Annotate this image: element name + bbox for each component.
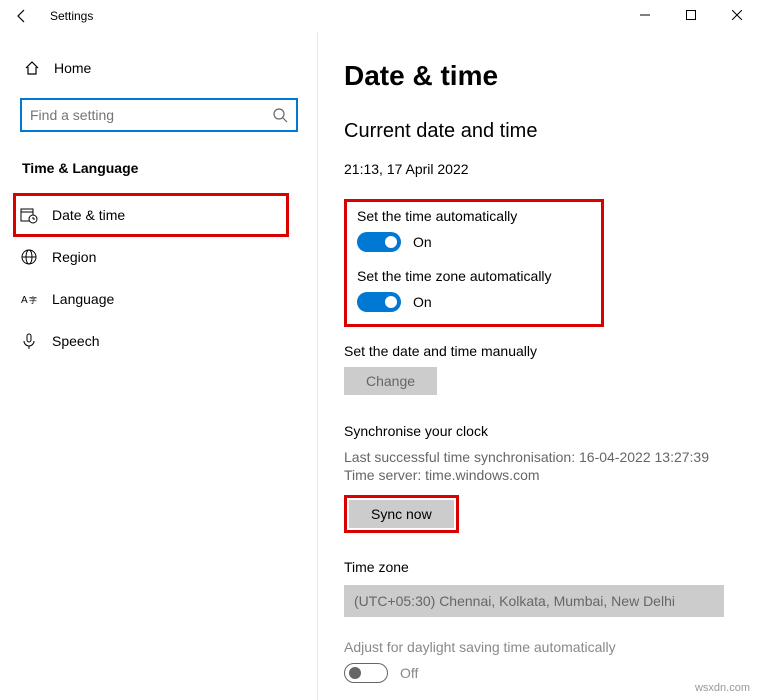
search-input-container[interactable] (20, 98, 298, 132)
watermark: wsxdn.com (695, 682, 750, 694)
home-nav[interactable]: Home (20, 52, 298, 84)
section-title: Current date and time (344, 120, 734, 143)
sidebar-item-speech[interactable]: Speech (14, 320, 288, 362)
sidebar-item-label: Speech (52, 333, 99, 349)
timezone-select: (UTC+05:30) Chennai, Kolkata, Mumbai, Ne… (344, 585, 724, 617)
window-controls (622, 0, 760, 30)
sidebar-item-language[interactable]: A字 Language (14, 278, 288, 320)
page-title: Date & time (344, 60, 734, 92)
auto-time-label: Set the time automatically (357, 208, 591, 224)
microphone-icon (20, 332, 38, 350)
tz-title: Time zone (344, 559, 734, 575)
current-datetime: 21:13, 17 April 2022 (344, 161, 734, 177)
home-label: Home (54, 60, 91, 76)
sync-server-info: Time server: time.windows.com (344, 467, 734, 483)
titlebar: Settings (0, 0, 760, 32)
minimize-button[interactable] (622, 0, 668, 30)
home-icon (24, 60, 40, 76)
auto-time-toggle[interactable] (357, 232, 401, 252)
sidebar: Home Time & Language Date & time Region (0, 32, 318, 700)
language-icon: A字 (20, 290, 38, 308)
calendar-clock-icon (20, 206, 38, 224)
auto-settings-highlight: Set the time automatically On Set the ti… (344, 199, 604, 327)
sync-button-highlight: Sync now (344, 495, 459, 533)
auto-tz-toggle[interactable] (357, 292, 401, 312)
dst-state: Off (400, 665, 418, 681)
change-button: Change (344, 367, 437, 395)
search-icon (272, 107, 288, 123)
auto-time-state: On (413, 234, 432, 250)
dst-label: Adjust for daylight saving time automati… (344, 639, 734, 655)
sidebar-item-label: Language (52, 291, 114, 307)
back-button[interactable] (0, 0, 44, 32)
auto-tz-label: Set the time zone automatically (357, 268, 591, 284)
manual-label: Set the date and time manually (344, 343, 734, 359)
svg-text:A: A (21, 295, 28, 306)
sidebar-item-label: Region (52, 249, 96, 265)
sidebar-item-region[interactable]: Region (14, 236, 288, 278)
back-arrow-icon (14, 8, 30, 24)
sync-title: Synchronise your clock (344, 423, 734, 439)
maximize-button[interactable] (668, 0, 714, 30)
globe-icon (20, 248, 38, 266)
search-input[interactable] (30, 107, 272, 123)
svg-text:字: 字 (29, 295, 37, 305)
category-header: Time & Language (20, 160, 298, 176)
main-content: Date & time Current date and time 21:13,… (318, 32, 760, 700)
sync-last-info: Last successful time synchronisation: 16… (344, 449, 734, 465)
close-button[interactable] (714, 0, 760, 30)
sync-now-button[interactable]: Sync now (349, 500, 454, 528)
dst-toggle (344, 663, 388, 683)
sidebar-item-label: Date & time (52, 207, 125, 223)
auto-tz-state: On (413, 294, 432, 310)
window-title: Settings (50, 9, 93, 23)
sidebar-item-date-time[interactable]: Date & time (14, 194, 288, 236)
